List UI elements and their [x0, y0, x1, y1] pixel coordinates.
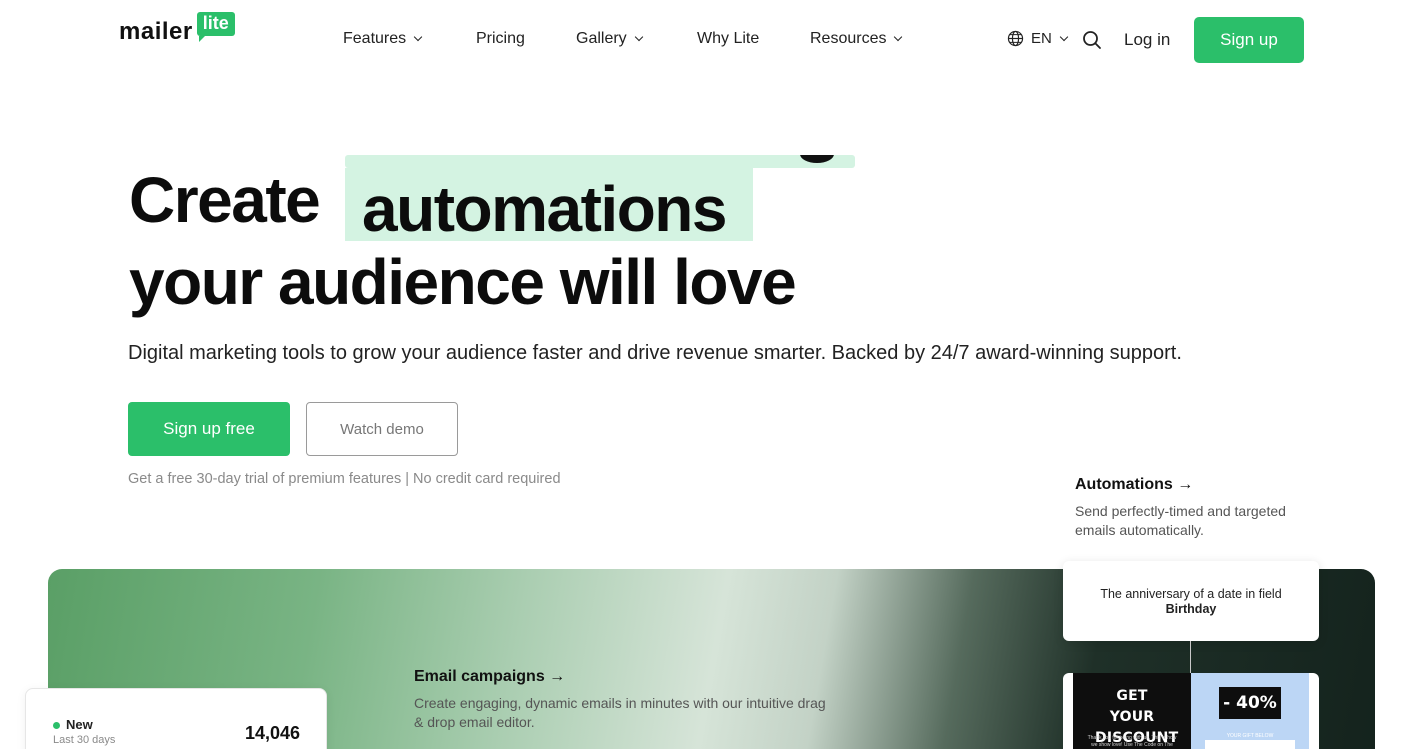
globe-icon — [1007, 30, 1024, 47]
nav-resources[interactable]: Resources — [810, 30, 903, 48]
chevron-down-icon — [413, 32, 423, 42]
chevron-down-icon — [894, 32, 903, 42]
nav-features[interactable]: Features — [343, 30, 423, 48]
stat-value: 14,046 — [244, 723, 300, 743]
discount-badge: - 40% — [1219, 687, 1281, 719]
hero-headline-line2: your audience will love — [129, 246, 797, 318]
email-preview-code-box — [1205, 740, 1295, 749]
language-code: EN — [1031, 30, 1052, 47]
logo-bubble: lite — [196, 12, 235, 42]
subscriber-stats-card: New Last 30 days 14,046 — [25, 688, 327, 749]
signup-button[interactable]: Sign up — [1194, 17, 1304, 63]
login-link[interactable]: Log in — [1124, 30, 1170, 50]
email-preview-mini-text: YOUR GIFT BELOW — [1226, 733, 1274, 739]
stat-period: Last 30 days — [53, 734, 116, 746]
nav-why-lite-label: Why Lite — [697, 30, 760, 47]
nav-why-lite[interactable]: Why Lite — [697, 30, 759, 48]
automations-description: Send perfectly-timed and targeted emails… — [1075, 503, 1286, 538]
signup-free-button[interactable]: Sign up free — [128, 402, 290, 456]
nav-pricing-label: Pricing — [476, 30, 525, 47]
language-selector[interactable]: EN — [1007, 30, 1069, 47]
nav-pricing[interactable]: Pricing — [476, 30, 525, 48]
nav-features-label: Features — [343, 30, 407, 47]
nav-gallery-label: Gallery — [576, 30, 627, 47]
hero-word-create: Create — [129, 164, 321, 236]
rotating-word-previous — [345, 155, 855, 168]
logo-word: mailer — [119, 18, 193, 45]
trial-note: Get a free 30-day trial of premium featu… — [128, 471, 561, 487]
automations-link[interactable]: Automations → — [1075, 476, 1193, 494]
email-campaigns-description: Create engaging, dynamic emails in minut… — [414, 695, 826, 730]
hero-rotating-word: automations — [362, 173, 727, 245]
email-preview: GET YOUR DISCOUNT Thank you for being wi… — [1063, 673, 1319, 749]
search-icon[interactable] — [1082, 30, 1102, 50]
email-preview-right: - 40% YOUR GIFT BELOW — [1191, 673, 1309, 749]
email-campaigns-link[interactable]: Email campaigns → — [414, 668, 565, 686]
watch-demo-button[interactable]: Watch demo — [306, 402, 458, 456]
automation-trigger-text: The anniversary of a date in field — [1100, 587, 1282, 601]
chevron-down-icon — [634, 32, 643, 42]
logo[interactable]: mailer lite — [119, 12, 235, 46]
chevron-down-icon — [1059, 32, 1069, 41]
status-dot — [53, 722, 60, 729]
email-preview-small-text: Thank you for being with us. This is how… — [1087, 735, 1177, 748]
hero-subtitle: Digital marketing tools to grow your aud… — [128, 342, 1182, 364]
workflow-connector — [1190, 641, 1191, 673]
automation-trigger-card: The anniversary of a date in field Birth… — [1063, 561, 1319, 641]
automation-trigger-field: Birthday — [1165, 602, 1217, 616]
nav-resources-label: Resources — [810, 30, 887, 47]
stat-label: New — [66, 717, 93, 732]
email-preview-left: GET YOUR DISCOUNT Thank you for being wi… — [1073, 673, 1191, 749]
nav-gallery[interactable]: Gallery — [576, 30, 643, 48]
